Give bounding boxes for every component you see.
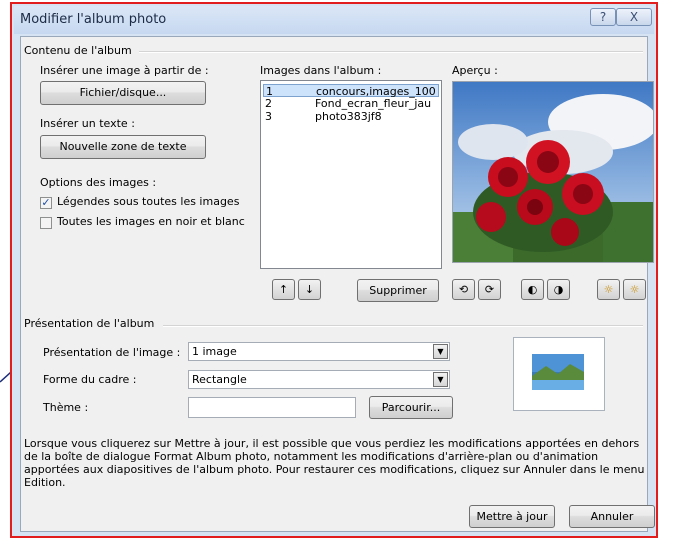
picture-layout-value: 1 image — [192, 345, 237, 358]
move-down-button[interactable]: ↓ — [298, 279, 321, 300]
new-textbox-button[interactable]: Nouvelle zone de texte — [40, 135, 206, 159]
images-list[interactable]: 1 concours,images_100 2 Fond_ecran_fleur… — [260, 80, 442, 269]
list-item-name: Fond_ecran_fleur_jau — [315, 97, 432, 110]
preview-image — [452, 81, 654, 263]
frame-shape-select[interactable]: Rectangle ▼ — [188, 370, 450, 389]
insert-text-label: Insérer un texte : — [40, 117, 135, 130]
captions-checkbox-label: Légendes sous toutes les images — [57, 195, 240, 208]
dialog-window: Modifier l'album photo ? X Contenu de l'… — [10, 2, 658, 538]
layout-group-divider — [163, 325, 643, 327]
chevron-down-icon[interactable]: ▼ — [433, 372, 448, 387]
list-item-name: photo383jf8 — [315, 110, 382, 123]
browse-button[interactable]: Parcourir... — [369, 396, 453, 419]
theme-label: Thème : — [43, 401, 89, 414]
close-button[interactable]: X — [616, 8, 652, 26]
insert-image-label: Insérer une image à partir de : — [40, 64, 209, 77]
frame-shape-label: Forme du cadre : — [43, 373, 137, 386]
captions-checkbox[interactable]: ✓ — [40, 197, 52, 209]
layout-group-title: Présentation de l'album — [24, 317, 155, 330]
image-options-label: Options des images : — [40, 176, 157, 189]
file-disk-button[interactable]: Fichier/disque... — [40, 81, 206, 105]
remove-button[interactable]: Supprimer — [357, 279, 439, 302]
preview-label: Aperçu : — [452, 64, 498, 77]
picture-layout-label: Présentation de l'image : — [43, 346, 181, 359]
info-text: Lorsque vous cliquerez sur Mettre à jour… — [24, 437, 645, 489]
title-bar: Modifier l'album photo ? X — [14, 6, 654, 34]
layout-preview-thumbnail — [513, 337, 605, 411]
dialog-client-area: Contenu de l'album Insérer une image à p… — [20, 36, 655, 532]
list-item-number: 2 — [265, 97, 272, 110]
move-up-button[interactable]: ↑ — [272, 279, 295, 300]
cancel-button[interactable]: Annuler — [569, 505, 655, 528]
blackwhite-checkbox-label: Toutes les images en noir et blanc — [57, 215, 245, 228]
list-item[interactable]: 3 photo383jf8 — [263, 110, 439, 123]
frame-shape-value: Rectangle — [192, 373, 247, 386]
rose-photo — [453, 82, 653, 262]
list-item[interactable]: 2 Fond_ecran_fleur_jau — [263, 97, 439, 110]
help-button[interactable]: ? — [590, 8, 616, 26]
brightness-down-icon[interactable]: ☼ — [623, 279, 646, 300]
images-list-label: Images dans l'album : — [260, 64, 382, 77]
theme-input[interactable] — [188, 397, 356, 418]
contrast-up-icon[interactable]: ◐ — [521, 279, 544, 300]
brightness-up-icon[interactable]: ☼ — [597, 279, 620, 300]
rotate-right-icon[interactable]: ⟳ — [478, 279, 501, 300]
window-title: Modifier l'album photo — [20, 12, 167, 27]
list-item[interactable]: 1 concours,images_100 — [263, 84, 439, 98]
list-item-number: 3 — [265, 110, 272, 123]
update-button[interactable]: Mettre à jour — [469, 505, 555, 528]
chevron-down-icon[interactable]: ▼ — [433, 344, 448, 359]
picture-layout-select[interactable]: 1 image ▼ — [188, 342, 450, 361]
content-group-title: Contenu de l'album — [24, 44, 132, 57]
content-group-divider — [139, 51, 643, 53]
rotate-left-icon[interactable]: ⟲ — [452, 279, 475, 300]
landscape-thumbnail — [532, 354, 584, 390]
contrast-down-icon[interactable]: ◑ — [547, 279, 570, 300]
blackwhite-checkbox[interactable] — [40, 217, 52, 229]
